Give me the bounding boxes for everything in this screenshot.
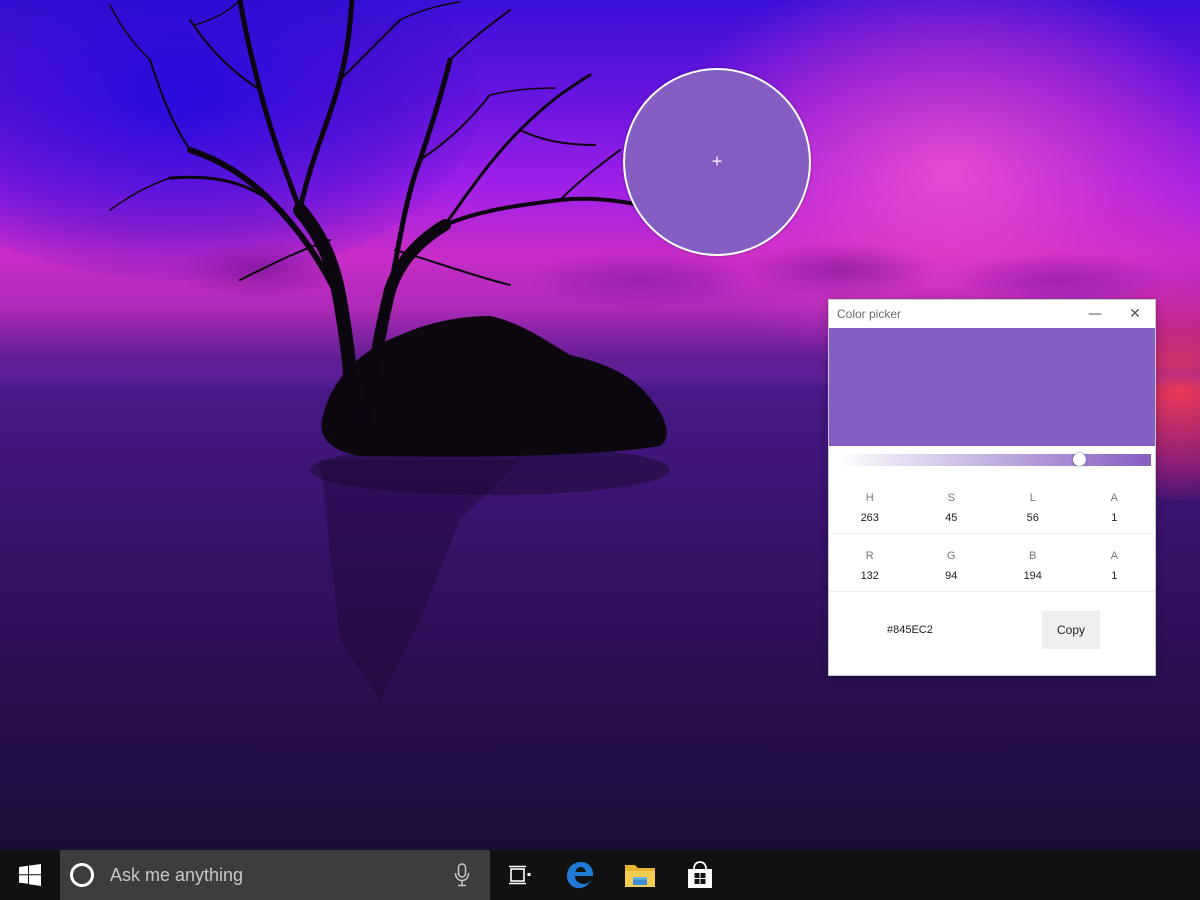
slider-thumb[interactable]: [1072, 453, 1086, 466]
search-box[interactable]: Ask me anything: [60, 850, 490, 900]
title-bar[interactable]: Color picker — ✕: [829, 300, 1155, 328]
microphone-icon[interactable]: [454, 863, 470, 887]
hue-value: 263: [860, 511, 879, 524]
hex-footer: #845EC2 Copy: [829, 592, 1155, 668]
cortana-icon[interactable]: [70, 863, 94, 887]
hex-value[interactable]: #845EC2: [887, 624, 933, 636]
red-value: 132: [860, 569, 879, 582]
color-magnifier-loupe[interactable]: +: [623, 68, 811, 256]
lightness-value: 56: [1026, 511, 1039, 524]
rgba-values: R 132 G 94 B 194 A 1: [829, 534, 1155, 592]
value-label: H: [865, 491, 874, 504]
file-explorer-button[interactable]: [610, 850, 670, 900]
lightness-cell: L 56: [992, 492, 1074, 524]
color-preview-swatch: [829, 328, 1155, 446]
value-label: B: [1029, 549, 1037, 562]
store-icon: [688, 861, 712, 888]
green-cell: G 94: [911, 550, 993, 582]
red-cell: R 132: [829, 550, 911, 582]
hue-cell: H 263: [829, 492, 911, 524]
blue-cell: B 194: [992, 550, 1074, 582]
copy-button[interactable]: Copy: [1042, 611, 1100, 649]
file-explorer-icon: [625, 865, 655, 887]
value-label: S: [947, 491, 955, 504]
edge-icon: [567, 862, 593, 889]
windows-start-icon: [19, 864, 41, 886]
crosshair-icon: +: [711, 153, 723, 170]
task-view-button[interactable]: [490, 850, 550, 900]
alpha-value: 1: [1111, 569, 1118, 582]
alpha-cell: A 1: [1074, 492, 1156, 524]
color-picker-window: Color picker — ✕ H 263 S 45 L 56 A 1 R 1: [828, 299, 1156, 676]
search-placeholder[interactable]: Ask me anything: [110, 865, 243, 886]
value-label: L: [1029, 491, 1036, 504]
slider-track[interactable]: [837, 454, 1151, 466]
edge-button[interactable]: [550, 850, 610, 900]
store-button[interactable]: [670, 850, 730, 900]
window-controls: — ✕: [1075, 300, 1155, 328]
blue-value: 194: [1023, 569, 1042, 582]
saturation-value: 45: [945, 511, 958, 524]
value-label: A: [1110, 491, 1118, 504]
value-label: R: [865, 549, 874, 562]
start-button[interactable]: [0, 850, 60, 900]
close-icon[interactable]: ✕: [1115, 300, 1155, 328]
hsla-values: H 263 S 45 L 56 A 1: [829, 476, 1155, 534]
value-label: A: [1110, 549, 1118, 562]
window-title: Color picker: [837, 307, 902, 321]
alpha-value: 1: [1111, 511, 1118, 524]
lightness-slider[interactable]: [829, 446, 1155, 476]
alpha-cell: A 1: [1074, 550, 1156, 582]
green-value: 94: [945, 569, 958, 582]
minimize-icon[interactable]: —: [1075, 300, 1115, 328]
taskbar: Ask me anything: [0, 850, 1200, 900]
value-label: G: [946, 549, 956, 562]
task-view-icon: [509, 865, 531, 885]
saturation-cell: S 45: [911, 492, 993, 524]
